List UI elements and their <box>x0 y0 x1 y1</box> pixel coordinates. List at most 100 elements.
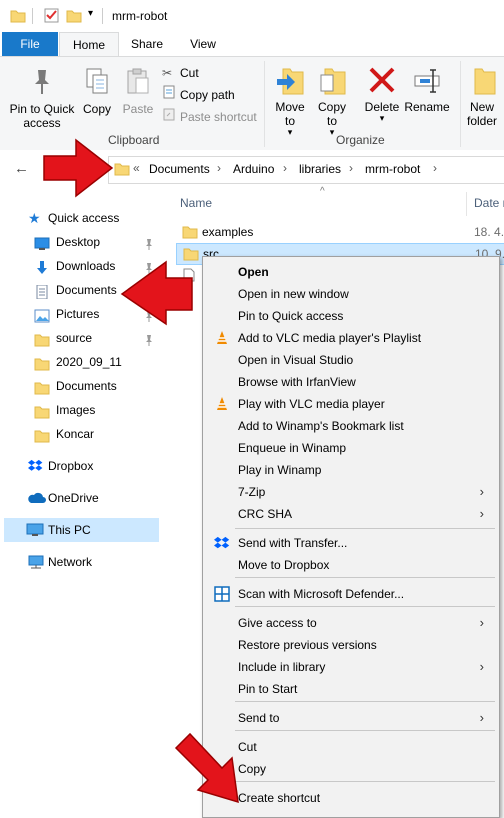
address-bar[interactable]: « Documents › Arduino › libraries › mrm-… <box>108 156 504 184</box>
menu-separator <box>235 701 495 702</box>
menu-item-7-zip[interactable]: 7-Zip › <box>204 481 498 503</box>
copy-button[interactable]: Copy <box>78 67 116 116</box>
sidebar-item-2020-09-11[interactable]: 2020_09_11 <box>0 350 158 374</box>
menu-item-restore-previous-versions[interactable]: Restore previous versions <box>204 634 498 656</box>
sidebar-item-label: 2020_09_11 <box>56 355 122 369</box>
menu-item-label: Enqueue in Winamp <box>238 441 347 455</box>
menu-item-move-to-dropbox[interactable]: Move to Dropbox <box>204 554 498 576</box>
chevron-down-icon: ▾ <box>379 113 385 123</box>
nav-onedrive[interactable]: OneDrive <box>0 486 158 510</box>
menu-item-give-access-to[interactable]: Give access to › <box>204 612 498 634</box>
breadcrumb-documents[interactable]: Documents <box>149 162 210 176</box>
divider <box>102 8 103 24</box>
menu-item-scan-with-microsoft-defender[interactable]: Scan with Microsoft Defender... <box>204 583 498 605</box>
column-header-date[interactable]: Date m <box>474 196 504 210</box>
menu-item-pin-to-start[interactable]: Pin to Start <box>204 678 498 700</box>
file-row-examples[interactable]: examples 18. 4. <box>176 221 504 243</box>
menu-item-browse-with-irfanview[interactable]: Browse with IrfanView <box>204 371 498 393</box>
paste-shortcut-button[interactable]: Paste shortcut <box>162 107 257 127</box>
new-folder-icon[interactable] <box>66 9 82 23</box>
menu-item-label: Open <box>238 265 269 279</box>
menu-item-crc-sha[interactable]: CRC SHA › <box>204 503 498 525</box>
breadcrumb-libraries[interactable]: libraries <box>299 162 341 176</box>
menu-item-open[interactable]: Open <box>204 261 498 283</box>
folder-icon <box>34 403 50 419</box>
nav-network[interactable]: Network <box>0 550 158 574</box>
move-to-button[interactable]: Move to ▾ <box>272 65 308 137</box>
copy-to-label: Copy to <box>317 100 346 128</box>
menu-item-open-in-new-window[interactable]: Open in new window <box>204 283 498 305</box>
download-icon <box>34 259 50 274</box>
menu-item-send-with-transfer[interactable]: Send with Transfer... <box>204 532 498 554</box>
nav-this-pc[interactable]: This PC <box>4 518 159 542</box>
chevron-right-icon: › <box>479 615 484 630</box>
window-title: mrm-robot <box>112 9 168 23</box>
back-arrow-icon[interactable]: ← <box>14 160 29 177</box>
delete-button[interactable]: Delete ▾ <box>362 65 402 123</box>
tab-file[interactable]: File <box>2 32 58 56</box>
breadcrumb-chevron-icon[interactable]: › <box>349 161 353 175</box>
column-divider[interactable] <box>466 192 467 216</box>
menu-separator <box>235 606 495 607</box>
paste-shortcut-icon <box>162 107 180 127</box>
breadcrumb-chevron-icon[interactable]: › <box>433 161 437 175</box>
pin-icon <box>144 331 154 346</box>
nav-dropbox[interactable]: Dropbox <box>0 454 158 478</box>
nav-dropbox-label: Dropbox <box>48 459 94 473</box>
breadcrumb-chevron-icon[interactable]: › <box>283 161 287 175</box>
pin-to-quick-access-button[interactable]: Pin to Quick access <box>6 67 78 130</box>
menu-item-add-to-vlc-media-player-s-playlist[interactable]: Add to VLC media player's Playlist <box>204 327 498 349</box>
menu-item-create-shortcut[interactable]: Create shortcut <box>204 787 498 809</box>
copy-to-button[interactable]: Copy to ▾ <box>314 65 350 137</box>
menu-separator <box>235 781 495 782</box>
sidebar-item-label: Documents <box>56 283 117 297</box>
menu-item-cut[interactable]: Cut <box>204 736 498 758</box>
new-folder-button[interactable]: New folder <box>462 65 502 128</box>
breadcrumb-chevron-icon[interactable]: › <box>217 161 221 175</box>
tab-share[interactable]: Share <box>122 32 172 56</box>
sidebar-item-desktop[interactable]: Desktop <box>0 230 158 254</box>
tab-view[interactable]: View <box>180 32 226 56</box>
menu-item-enqueue-in-winamp[interactable]: Enqueue in Winamp <box>204 437 498 459</box>
menu-item-pin-to-quick-access[interactable]: Pin to Quick access <box>204 305 498 327</box>
divider <box>32 8 33 24</box>
sidebar-item-documents[interactable]: Documents <box>0 374 158 398</box>
menu-item-send-to[interactable]: Send to › <box>204 707 498 729</box>
nav-this-pc-label: This PC <box>48 523 91 537</box>
cut-button[interactable]: ✂ Cut <box>162 63 199 83</box>
nav-onedrive-label: OneDrive <box>48 491 99 505</box>
cloud-icon <box>28 492 46 503</box>
tab-home[interactable]: Home <box>59 32 119 57</box>
paste-button[interactable]: Paste <box>118 67 158 116</box>
scissors-icon: ✂ <box>162 66 173 80</box>
organize-group-label: Organize <box>336 133 385 147</box>
sidebar-item-images[interactable]: Images <box>0 398 158 422</box>
menu-item-open-in-visual-studio[interactable]: Open in Visual Studio <box>204 349 498 371</box>
column-header-name[interactable]: Name <box>180 196 212 210</box>
pin-icon <box>35 70 49 94</box>
breadcrumb-arduino[interactable]: Arduino <box>233 162 274 176</box>
folder-icon <box>182 226 198 239</box>
menu-item-add-to-winamp-s-bookmark-list[interactable]: Add to Winamp's Bookmark list <box>204 415 498 437</box>
menu-item-play-in-winamp[interactable]: Play in Winamp <box>204 459 498 481</box>
nav-quick-access[interactable]: ★ Quick access <box>0 206 158 230</box>
menu-item-play-with-vlc-media-player[interactable]: Play with VLC media player <box>204 393 498 415</box>
folder-icon <box>34 331 50 347</box>
sidebar-item-koncar[interactable]: Koncar <box>0 422 158 446</box>
dropbox-icon <box>28 459 43 471</box>
menu-item-label: Add to VLC media player's Playlist <box>238 331 422 345</box>
menu-item-label: Include in library <box>238 660 326 674</box>
documents-icon <box>34 283 50 300</box>
rename-button[interactable]: Rename <box>404 65 450 114</box>
sidebar-item-source[interactable]: source <box>0 326 158 350</box>
sidebar-item-label: Koncar <box>56 427 95 441</box>
quick-access-dropdown-icon[interactable]: ▾ <box>88 8 93 19</box>
copy-path-button[interactable]: Copy path <box>162 85 235 105</box>
breadcrumb-overflow[interactable]: « <box>133 161 140 175</box>
menu-item-label: Scan with Microsoft Defender... <box>238 587 405 601</box>
breadcrumb-mrm-robot[interactable]: mrm-robot <box>365 162 420 176</box>
properties-check-icon[interactable] <box>44 8 59 23</box>
menu-item-include-in-library[interactable]: Include in library › <box>204 656 498 678</box>
menu-item-copy[interactable]: Copy <box>204 758 498 780</box>
defender-icon <box>214 586 230 602</box>
